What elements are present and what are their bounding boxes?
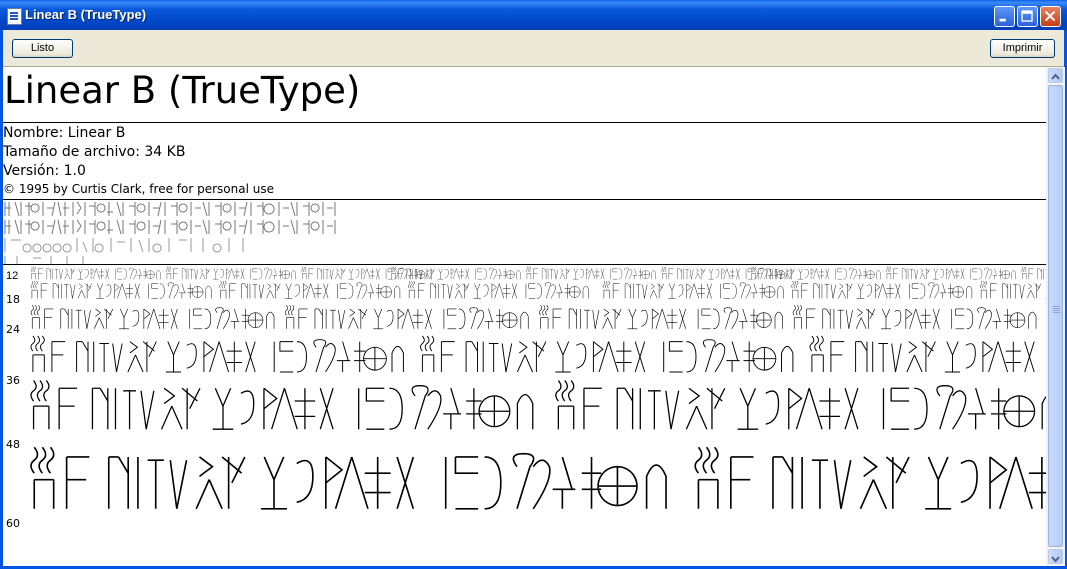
- divider: [3, 122, 1046, 123]
- size-label-18: 18: [6, 293, 20, 306]
- size-label-12: 12: [6, 270, 18, 282]
- done-button[interactable]: Listo: [12, 39, 73, 58]
- minimize-icon: [999, 18, 1006, 22]
- font-viewer-window: Linear B (TrueType) Listo Imprimir Linea…: [0, 0, 1067, 569]
- grip-line: [1053, 312, 1060, 313]
- scroll-thumb[interactable]: [1048, 85, 1063, 547]
- title-bar[interactable]: Linear B (TrueType): [0, 0, 1067, 30]
- font-name: Nombre: Linear B: [3, 125, 126, 141]
- font-heading: Linear B (TrueType): [4, 69, 361, 112]
- grip-line: [1053, 306, 1060, 307]
- window-title: Linear B (TrueType): [25, 7, 147, 22]
- close-icon: [1044, 10, 1056, 22]
- grip-line: [1053, 308, 1060, 309]
- scroll-down-button[interactable]: [1048, 549, 1063, 564]
- size-label-60: 60: [6, 517, 20, 530]
- character-set-sample: [4, 201, 336, 264]
- size-samples: 12 18 24 36 48 60: [3, 264, 1046, 566]
- file-size: Tamaño de archivo: 34 KB: [3, 144, 186, 160]
- arrow-up-icon: [1051, 73, 1060, 80]
- size-label-36: 36: [6, 374, 20, 387]
- close-button[interactable]: [1040, 6, 1061, 27]
- size-label-24: 24: [6, 323, 20, 336]
- copyright: © 1995 by Curtis Clark, free for persona…: [3, 182, 274, 196]
- window-client-area: Listo Imprimir Linear B (TrueType) Nombr…: [3, 30, 1065, 566]
- maximize-icon: [1021, 10, 1033, 22]
- scroll-up-button[interactable]: [1048, 68, 1063, 83]
- toolbar: Listo Imprimir: [3, 30, 1064, 67]
- linear-b-glyphs: 12 18 24 36 48 60: [6, 264, 1046, 530]
- font-file-icon: [7, 8, 22, 25]
- font-version: Versión: 1.0: [3, 163, 86, 179]
- vertical-scrollbar[interactable]: [1046, 67, 1065, 566]
- grip-line: [1053, 310, 1060, 311]
- font-preview-pane: Linear B (TrueType) Nombre: Linear B Tam…: [3, 67, 1046, 566]
- size-label-48: 48: [6, 438, 20, 451]
- print-button[interactable]: Imprimir: [990, 39, 1055, 58]
- maximize-button[interactable]: [1017, 6, 1038, 27]
- arrow-down-icon: [1051, 556, 1060, 563]
- minimize-button[interactable]: [994, 6, 1015, 27]
